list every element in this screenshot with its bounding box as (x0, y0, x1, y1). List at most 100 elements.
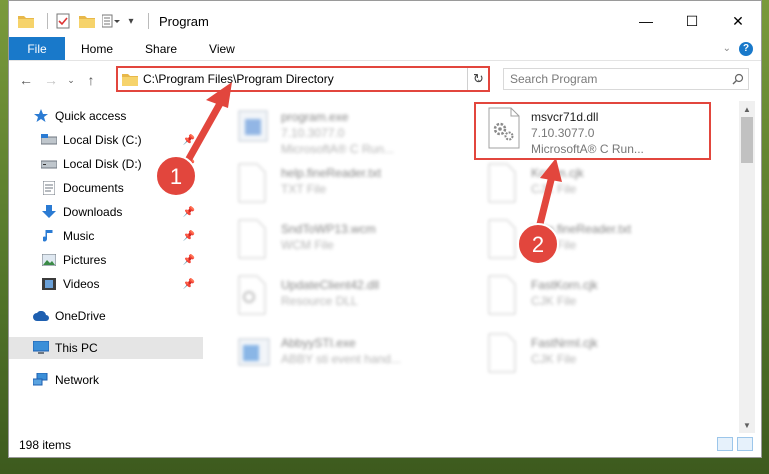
pin-icon[interactable]: 📌 (183, 183, 195, 194)
address-path[interactable]: C:\Program Files\Program Directory (143, 72, 472, 86)
file-description: MicrosoftA® C Run... (531, 142, 644, 156)
pin-icon[interactable]: 📌 (183, 135, 195, 146)
pin-icon[interactable]: 📌 (183, 231, 195, 242)
toolbar-divider (47, 13, 48, 29)
sidebar-item-pictures[interactable]: Pictures 📌 (9, 249, 203, 271)
file-name: help.fineReader.txt (531, 222, 632, 236)
recent-locations-icon[interactable]: ⌄ (65, 69, 77, 91)
sidebar-item-downloads[interactable]: Downloads 📌 (9, 201, 203, 223)
file-icon (237, 163, 271, 205)
dll-file-icon (237, 275, 271, 317)
window-controls: — ☐ ✕ (623, 1, 761, 41)
folder-icon (122, 74, 138, 86)
application-icon (237, 333, 271, 375)
sidebar-item-label: Music (63, 229, 95, 243)
expand-ribbon-icon[interactable]: ⌄ (723, 43, 731, 54)
sidebar-item-videos[interactable]: Videos 📌 (9, 273, 203, 295)
quick-access-toolbar: ▾ Program (9, 1, 209, 41)
maximize-button[interactable]: ☐ (669, 1, 715, 41)
dll-file-icon (487, 107, 521, 149)
star-icon (33, 108, 49, 124)
file-item-sndtowp13-wcm[interactable]: SndToWP13.wcm WCM File (237, 219, 477, 267)
file-type: CJK File (531, 182, 577, 196)
file-item-updateclient42-dll[interactable]: UpdateClient42.dll Resource DLL (237, 275, 477, 323)
scroll-up-icon[interactable]: ▲ (739, 101, 755, 117)
tab-home[interactable]: Home (65, 37, 129, 60)
file-item-help-txt-2[interactable]: help.fineReader.txt TXT File (487, 219, 727, 267)
file-name: SndToWP13.wcm (281, 222, 376, 236)
sidebar-item-music[interactable]: Music 📌 (9, 225, 203, 247)
scroll-down-icon[interactable]: ▼ (739, 417, 755, 433)
pin-icon[interactable]: 📌 (183, 207, 195, 218)
cloud-icon (33, 308, 49, 324)
sidebar-item-local-disk-c[interactable]: Local Disk (C:) 📌 (9, 129, 203, 151)
details-view-icon[interactable] (717, 437, 733, 451)
file-item-fastnrml-cjk[interactable]: FastNrml.cjk CJK File (487, 333, 727, 381)
search-icon[interactable] (728, 73, 748, 85)
file-item-msvcr71d-dll[interactable]: msvcr71d.dll 7.10.3077.0 MicrosoftA® C R… (487, 107, 727, 156)
address-bar[interactable]: C:\Program Files\Program Directory ⌄ (116, 66, 490, 92)
navigation-pane: Quick access Local Disk (C:) 📌 Local Dis… (9, 101, 209, 433)
window-title: Program (159, 13, 209, 29)
sidebar-item-local-disk-d[interactable]: Local Disk (D:) 📌 (9, 153, 203, 175)
file-name: msvcr71d.dll (531, 110, 599, 124)
large-icons-view-icon[interactable] (737, 437, 753, 451)
drive-icon (41, 156, 57, 172)
tab-view[interactable]: View (193, 37, 251, 60)
scroll-thumb[interactable] (741, 117, 753, 163)
pin-icon[interactable]: 📌 (183, 159, 195, 170)
refresh-button[interactable]: ↻ (467, 68, 489, 90)
file-item-help-txt[interactable]: help.fineReader.txt TXT File (237, 163, 477, 211)
back-button[interactable]: ← (15, 69, 37, 91)
file-name: AbbyySTI.exe (281, 336, 356, 350)
pictures-icon (41, 252, 57, 268)
file-icon (487, 333, 521, 375)
file-version: 7.10.3077.0 (281, 126, 345, 140)
file-item-abbyysti-exe[interactable]: AbbyySTI.exe ABBY sti event hand... (237, 333, 477, 381)
file-type: TXT File (281, 182, 327, 196)
file-description: MicrosoftA® C Run... (281, 142, 394, 156)
file-name: help.fineReader.txt (281, 166, 382, 180)
computer-icon (33, 340, 49, 356)
customize-toolbar-icon[interactable] (102, 12, 120, 30)
properties-icon[interactable] (54, 12, 72, 30)
file-item-fastkorn-cjk[interactable]: FastKorn.cjk CJK File (487, 275, 727, 323)
new-folder-icon[interactable] (78, 12, 96, 30)
vertical-scrollbar[interactable]: ▲ ▼ (739, 101, 755, 433)
file-item-program-exe[interactable]: program.exe 7.10.3077.0 MicrosoftA® C Ru… (237, 107, 477, 156)
minimize-button[interactable]: — (623, 1, 669, 41)
title-bar: ▾ Program — ☐ ✕ (9, 1, 761, 41)
close-button[interactable]: ✕ (715, 1, 761, 41)
chevron-down-icon[interactable]: ▾ (126, 12, 136, 30)
sidebar-item-documents[interactable]: Documents 📌 (9, 177, 203, 199)
sidebar-item-this-pc[interactable]: This PC (9, 337, 203, 359)
ribbon-tabs: File Home Share View ⌄ ? (9, 37, 761, 61)
sidebar-item-network[interactable]: Network (9, 369, 203, 391)
tab-file[interactable]: File (9, 37, 65, 60)
file-name: program.exe (281, 110, 349, 124)
file-name: UpdateClient42.dll (281, 278, 380, 292)
file-icon (237, 219, 271, 261)
help-icon[interactable]: ? (739, 41, 753, 56)
pin-icon[interactable]: 📌 (183, 279, 195, 290)
sidebar-item-label: Videos (63, 277, 100, 291)
search-input[interactable] (510, 72, 728, 86)
sidebar-item-onedrive[interactable]: OneDrive (9, 305, 203, 327)
sidebar-item-quick-access[interactable]: Quick access (9, 105, 203, 127)
sidebar-item-label: Downloads (63, 205, 123, 219)
sidebar-item-label: Documents (63, 181, 124, 195)
file-item-kcrom-cjk[interactable]: Kcrom.cjk CJK File (487, 163, 727, 211)
up-button[interactable]: ↑ (80, 69, 102, 91)
navigation-bar: ← → ⌄ ↑ C:\Program Files\Program Directo… (9, 63, 761, 97)
file-type: CJK File (531, 352, 577, 366)
search-box[interactable] (503, 68, 749, 90)
sidebar-item-label: OneDrive (55, 309, 106, 323)
application-icon (237, 107, 271, 149)
explorer-window: ▾ Program — ☐ ✕ File Home Share View ⌄ ?… (8, 0, 762, 458)
pin-icon[interactable]: 📌 (183, 255, 195, 266)
forward-button[interactable]: → (40, 69, 62, 91)
folder-icon[interactable] (17, 12, 35, 30)
sidebar-item-label: Pictures (63, 253, 107, 267)
ribbon-right: ⌄ ? (723, 37, 761, 60)
tab-share[interactable]: Share (129, 37, 193, 60)
